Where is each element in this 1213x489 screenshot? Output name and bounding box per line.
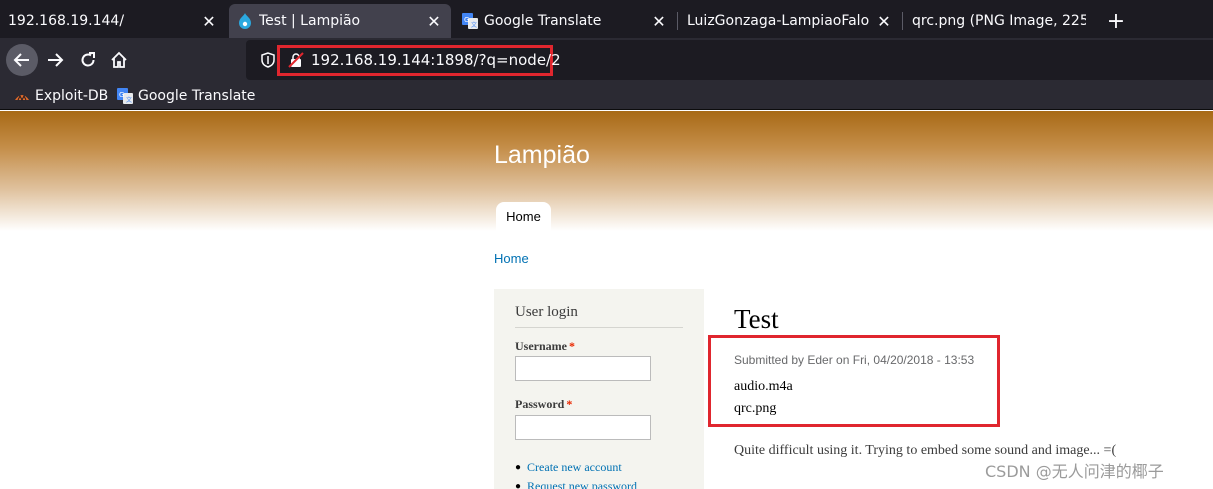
bookmark-label: Exploit-DB: [35, 88, 109, 104]
arrow-right-icon: [48, 53, 64, 67]
bookmark-exploit-db[interactable]: Exploit-DB: [14, 86, 108, 106]
nav-home-tab[interactable]: Home: [496, 202, 551, 231]
home-button[interactable]: [103, 44, 135, 76]
submitted-info: Submitted by Eder on Fri, 04/20/2018 - 1…: [734, 353, 975, 367]
forward-button[interactable]: [39, 44, 71, 76]
tab-title: 192.168.19.144/: [8, 13, 125, 29]
bookmarks-bar: Exploit-DB G文 Google Translate: [0, 82, 1213, 110]
page-viewport: Lampião Home Home User login Username * P…: [0, 111, 1213, 489]
close-icon[interactable]: ✕: [200, 12, 218, 31]
username-input[interactable]: [515, 356, 651, 381]
svg-text:文: 文: [471, 21, 477, 29]
required-mark: *: [566, 397, 573, 411]
bookmark-google-translate[interactable]: G文 Google Translate: [117, 86, 255, 106]
request-password-link[interactable]: ● Request new password: [515, 479, 637, 489]
url-bar[interactable]: 192.168.19.144:1898/?q=node/2: [246, 40, 1213, 80]
new-tab-button[interactable]: +: [1102, 7, 1130, 35]
password-input[interactable]: [515, 415, 651, 440]
required-mark: *: [568, 339, 575, 353]
password-label-text: Password: [515, 397, 565, 411]
attachment-audio: audio.m4a: [734, 379, 793, 394]
tab-1[interactable]: Test | Lampião ✕: [229, 4, 451, 38]
shield-icon: [261, 52, 275, 68]
reload-button[interactable]: [72, 44, 104, 76]
tab-0[interactable]: 192.168.19.144/ ✕: [0, 4, 226, 38]
site-name[interactable]: Lampião: [494, 141, 590, 170]
arrow-left-icon: [13, 53, 29, 67]
watermark: CSDN @无人问津的椰子: [985, 462, 1164, 481]
tab-title: LuizGonzaga-LampiaoFalou: [687, 13, 869, 29]
nav-toolbar: 192.168.19.144:1898/?q=node/2: [0, 38, 1213, 82]
create-account-link[interactable]: ● Create new account: [515, 460, 622, 475]
node-body: Quite difficult using it. Trying to embe…: [734, 443, 1117, 458]
insecure-lock-icon: [288, 52, 304, 68]
back-button[interactable]: [6, 44, 38, 76]
exploit-db-icon: [14, 88, 30, 104]
tab-separator: [677, 12, 678, 30]
drupal-icon: [237, 13, 253, 29]
user-login-block: User login Username * Password * ● Create …: [494, 289, 704, 489]
close-icon[interactable]: ✕: [650, 12, 668, 31]
block-title: User login: [515, 304, 683, 328]
google-translate-icon: G文: [117, 88, 133, 104]
reload-icon: [81, 52, 95, 67]
url-text[interactable]: 192.168.19.144:1898/?q=node/2: [311, 51, 561, 69]
svg-text:文: 文: [126, 96, 132, 104]
tab-3[interactable]: LuizGonzaga-LampiaoFalou ✕: [679, 4, 901, 38]
tab-bar: 192.168.19.144/ ✕ Test | Lampião ✕ G文 Go…: [0, 0, 1213, 38]
tab-2[interactable]: G文 Google Translate ✕: [454, 4, 676, 38]
site-header: [0, 111, 1213, 231]
bullet-icon: ●: [515, 462, 522, 473]
node-title: Test: [734, 304, 779, 334]
password-label: Password *: [515, 397, 572, 412]
link-label[interactable]: Create new account: [527, 460, 622, 475]
close-icon[interactable]: ✕: [875, 12, 893, 31]
svg-text:G: G: [119, 91, 124, 99]
link-label[interactable]: Request new password: [527, 479, 637, 489]
home-icon: [111, 51, 127, 68]
username-label: Username *: [515, 339, 575, 354]
bookmark-label: Google Translate: [138, 88, 256, 104]
tab-title: qrc.png (PNG Image, 225 × 2: [912, 13, 1086, 29]
tab-4[interactable]: qrc.png (PNG Image, 225 × 2: [904, 4, 1094, 38]
breadcrumb-home-link[interactable]: Home: [494, 251, 529, 266]
attachment-image: qrc.png: [734, 401, 777, 416]
google-translate-icon: G文: [462, 13, 478, 29]
username-label-text: Username: [515, 339, 567, 353]
svg-text:G: G: [464, 16, 469, 24]
tab-title: Test | Lampião: [259, 13, 361, 29]
tab-separator: [902, 12, 903, 30]
close-icon[interactable]: ✕: [425, 12, 443, 31]
bullet-icon: ●: [515, 481, 522, 489]
tab-title: Google Translate: [484, 13, 602, 29]
